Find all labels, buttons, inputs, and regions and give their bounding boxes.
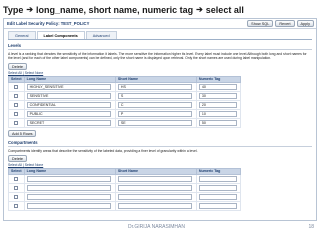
long-name-field[interactable] <box>26 184 111 191</box>
levels-description: A level is a ranking that denotes the se… <box>8 52 307 61</box>
short-name-field[interactable]: P <box>117 110 192 117</box>
page-number: 18 <box>308 224 314 230</box>
levels-section-title: Levels <box>8 43 312 50</box>
levels-select-all-link[interactable]: Select All <box>8 71 22 75</box>
table-row <box>8 200 242 211</box>
row-checkbox[interactable] <box>14 111 19 116</box>
numeric-tag-field[interactable]: 50 <box>198 119 237 126</box>
row-checkbox[interactable] <box>14 93 19 98</box>
short-name-field[interactable] <box>117 184 192 191</box>
numeric-tag-field[interactable] <box>198 184 237 191</box>
row-checkbox[interactable] <box>14 102 19 107</box>
row-checkbox[interactable] <box>14 120 19 125</box>
slide-title: Type ➔ long_name, short name, numeric ta… <box>3 2 244 17</box>
levels-delete-button[interactable]: Delete <box>8 62 27 70</box>
long-name-field[interactable]: PUBLIC <box>26 110 111 117</box>
numeric-tag-field[interactable]: 20 <box>198 101 237 108</box>
short-name-field[interactable]: S <box>117 92 192 99</box>
short-name-field[interactable] <box>117 193 192 200</box>
add-rows-button[interactable]: Add 5 Rows <box>8 129 37 137</box>
table-row: SENSITIVE S 30 <box>8 90 242 101</box>
table-row <box>8 173 242 184</box>
long-name-field[interactable]: SENSITIVE <box>26 92 111 99</box>
table-row <box>8 191 242 202</box>
compartments-delete-button[interactable]: Delete <box>8 154 27 162</box>
levels-actions: Delete <box>8 62 312 70</box>
numeric-tag-field[interactable] <box>198 202 237 209</box>
apply-button[interactable]: Apply <box>296 20 314 27</box>
tab-general[interactable]: General <box>8 31 36 39</box>
row-checkbox[interactable] <box>14 84 19 89</box>
compartments-table: Select Long Name Short Name Numeric Tag <box>8 167 242 211</box>
title-part-columns: long_name, short name, numeric tag <box>36 4 194 15</box>
levels-select-links: Select All | Select None <box>8 71 312 75</box>
short-name-field[interactable]: HS <box>117 83 192 90</box>
tab-advanced[interactable]: Advanced <box>85 31 117 39</box>
long-name-field[interactable] <box>26 193 111 200</box>
compartments-select-all-link[interactable]: Select All <box>8 163 22 167</box>
long-name-field[interactable] <box>26 175 111 182</box>
table-row: CONFIDENTIAL C 20 <box>8 99 242 110</box>
numeric-tag-field[interactable] <box>198 193 237 200</box>
title-part-type: Type <box>3 4 24 15</box>
compartments-description: Compartments identify areas that describ… <box>8 148 198 153</box>
short-name-field[interactable] <box>117 202 192 209</box>
row-checkbox[interactable] <box>14 203 19 208</box>
levels-table: Select Long Name Short Name Numeric Tag … <box>8 75 242 128</box>
compartments-actions: Delete <box>8 154 312 162</box>
revert-button[interactable]: Revert <box>275 20 295 27</box>
numeric-tag-field[interactable] <box>198 175 237 182</box>
table-row: PUBLIC P 10 <box>8 108 242 119</box>
right-arrow-icon: ➔ <box>196 5 203 14</box>
row-checkbox[interactable] <box>14 185 19 190</box>
compartments-select-none-link[interactable]: Select None <box>25 163 43 167</box>
long-name-field[interactable]: HIGHLY_SENSITIVE <box>26 83 111 90</box>
top-button-group: Show SQL Revert Apply <box>247 20 314 27</box>
footer-author: Dr.GIRIJA NARASIMHAN <box>128 224 185 230</box>
levels-select-none-link[interactable]: Select None <box>25 71 43 75</box>
long-name-field[interactable]: CONFIDENTIAL <box>26 101 111 108</box>
levels-add-actions: Add 5 Rows <box>8 129 312 137</box>
table-row: SECRET SE 50 <box>8 117 242 128</box>
numeric-tag-field[interactable]: 40 <box>198 83 237 90</box>
edit-policy-title: Edit Label Security Policy: TEST_POLICY <box>7 21 90 26</box>
tab-label-components[interactable]: Label Components <box>36 31 85 39</box>
numeric-tag-field[interactable]: 10 <box>198 110 237 117</box>
short-name-field[interactable]: SE <box>117 119 192 126</box>
tab-bar: General Label Components Advanced <box>8 31 312 40</box>
table-row <box>8 182 242 193</box>
right-arrow-icon: ➔ <box>26 5 34 14</box>
long-name-field[interactable] <box>26 202 111 209</box>
numeric-tag-field[interactable]: 30 <box>198 92 237 99</box>
show-sql-button[interactable]: Show SQL <box>247 20 274 27</box>
title-part-select-all: select all <box>205 4 244 15</box>
policy-editor-screenshot: Edit Label Security Policy: TEST_POLICY … <box>3 18 317 221</box>
row-checkbox[interactable] <box>14 194 19 199</box>
short-name-field[interactable] <box>117 175 192 182</box>
table-row: HIGHLY_SENSITIVE HS 40 <box>8 81 242 92</box>
short-name-field[interactable]: C <box>117 101 192 108</box>
compartments-select-links: Select All | Select None <box>8 163 312 167</box>
compartments-section-title: Compartments <box>8 140 312 147</box>
row-checkbox[interactable] <box>14 176 19 181</box>
long-name-field[interactable]: SECRET <box>26 119 111 126</box>
